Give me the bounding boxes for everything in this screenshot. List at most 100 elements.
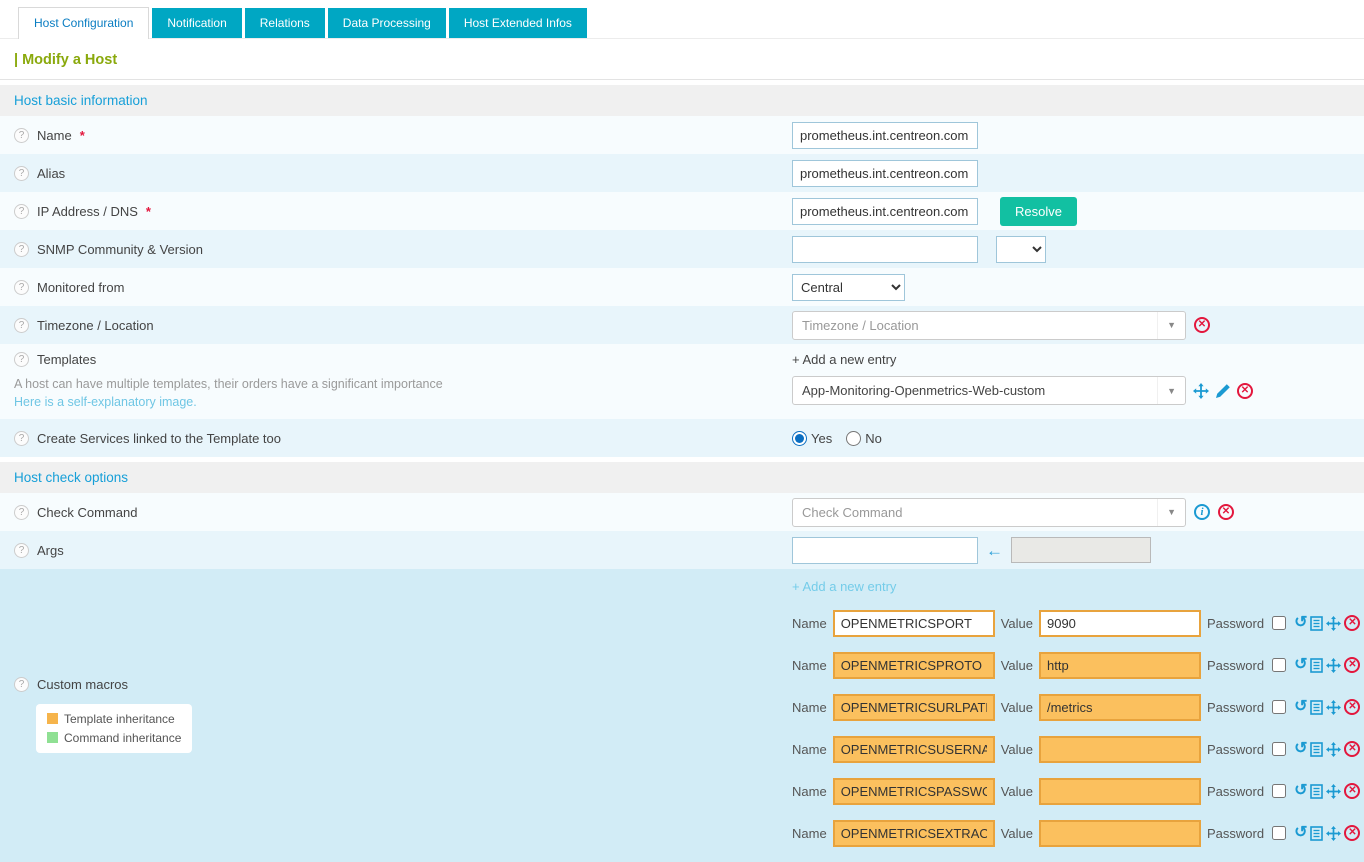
macro-row: Name Value Password ↺ ✕ [792,686,1364,728]
delete-icon[interactable]: ✕ [1237,383,1253,399]
templates-add-entry-link[interactable]: + Add a new entry [792,352,896,367]
tab-bar: Host Configuration Notification Relation… [0,0,1364,39]
ip-address-input[interactable] [792,198,978,225]
undo-icon[interactable]: ↺ [1294,825,1307,841]
delete-icon[interactable]: ✕ [1344,825,1360,841]
macro-name-input[interactable] [833,778,995,805]
check-command-select[interactable]: Check Command ▼ [792,498,1186,527]
name-label: Name [37,128,72,143]
macro-value-input[interactable] [1039,652,1201,679]
description-icon[interactable] [1310,784,1323,799]
macro-password-checkbox[interactable] [1272,826,1286,840]
edit-icon[interactable] [1216,384,1230,398]
macro-name-input[interactable] [833,610,995,637]
help-icon[interactable]: ? [14,318,29,333]
undo-icon[interactable]: ↺ [1294,783,1307,799]
args-input[interactable] [792,537,978,564]
create-services-yes-radio[interactable]: Yes [792,431,832,446]
delete-icon[interactable]: ✕ [1344,783,1360,799]
create-services-no-radio[interactable]: No [846,431,882,446]
delete-icon[interactable]: ✕ [1344,741,1360,757]
help-icon[interactable]: ? [14,543,29,558]
macro-value-input[interactable] [1039,610,1201,637]
info-icon[interactable]: i [1194,504,1210,520]
help-icon[interactable]: ? [14,505,29,520]
tab-host-configuration[interactable]: Host Configuration [18,7,149,39]
alias-input[interactable] [792,160,978,187]
undo-icon[interactable]: ↺ [1294,699,1307,715]
help-icon[interactable]: ? [14,677,29,692]
tab-notification[interactable]: Notification [152,8,241,38]
description-icon[interactable] [1310,742,1323,757]
delete-icon[interactable]: ✕ [1344,657,1360,673]
row-create-services: ? Create Services linked to the Template… [0,419,1364,457]
description-icon[interactable] [1310,700,1323,715]
description-icon[interactable] [1310,616,1323,631]
macro-value-input[interactable] [1039,736,1201,763]
tab-relations[interactable]: Relations [245,8,325,38]
macro-name-input[interactable] [833,820,995,847]
move-icon[interactable] [1326,658,1341,673]
resolve-button[interactable]: Resolve [1000,197,1077,226]
macro-password-checkbox[interactable] [1272,700,1286,714]
monitored-from-select[interactable]: Central [792,274,905,301]
undo-icon[interactable]: ↺ [1294,657,1307,673]
timezone-placeholder: Timezone / Location [793,318,919,333]
custom-macros-label: Custom macros [37,677,128,692]
macro-password-checkbox[interactable] [1272,616,1286,630]
check-command-label: Check Command [37,505,137,520]
description-icon[interactable] [1310,658,1323,673]
args-disabled-input [1011,537,1151,563]
help-icon[interactable]: ? [14,166,29,181]
delete-icon[interactable]: ✕ [1344,615,1360,631]
help-icon[interactable]: ? [14,128,29,143]
move-icon[interactable] [1326,616,1341,631]
tab-data-processing[interactable]: Data Processing [328,8,446,38]
snmp-community-input[interactable] [792,236,978,263]
move-icon[interactable] [1326,742,1341,757]
delete-icon[interactable]: ✕ [1344,699,1360,715]
macro-name-input[interactable] [833,694,995,721]
tab-host-extended-infos[interactable]: Host Extended Infos [449,8,587,38]
description-icon[interactable] [1310,826,1323,841]
macro-password-checkbox[interactable] [1272,658,1286,672]
undo-icon[interactable]: ↺ [1294,741,1307,757]
macro-value-input[interactable] [1039,778,1201,805]
move-icon[interactable] [1326,784,1341,799]
macro-value-input[interactable] [1039,694,1201,721]
move-icon[interactable] [1326,826,1341,841]
help-icon[interactable]: ? [14,204,29,219]
name-input[interactable] [792,122,978,149]
template-inheritance-swatch [47,713,58,724]
macro-password-label: Password [1207,742,1264,757]
macro-password-checkbox[interactable] [1272,742,1286,756]
help-icon[interactable]: ? [14,242,29,257]
timezone-select[interactable]: Timezone / Location ▼ [792,311,1186,340]
create-services-label: Create Services linked to the Template t… [37,431,281,446]
template-select[interactable]: App-Monitoring-Openmetrics-Web-custom ▼ [792,376,1186,405]
macro-password-checkbox[interactable] [1272,784,1286,798]
snmp-version-select[interactable] [996,236,1046,263]
move-icon[interactable] [1326,700,1341,715]
command-inheritance-swatch [47,732,58,743]
move-icon[interactable] [1193,383,1209,399]
templates-label: Templates [37,352,96,367]
clear-icon[interactable]: ✕ [1194,317,1210,333]
macro-value-input[interactable] [1039,820,1201,847]
macro-name-input[interactable] [833,652,995,679]
page-title: | Modify a Host [0,39,1364,79]
radio-no[interactable] [846,431,861,446]
help-icon[interactable]: ? [14,352,29,367]
clear-icon[interactable]: ✕ [1218,504,1234,520]
help-icon[interactable]: ? [14,431,29,446]
check-command-placeholder: Check Command [793,505,902,520]
radio-yes[interactable] [792,431,807,446]
chevron-down-icon: ▼ [1157,312,1185,339]
macros-add-entry-link[interactable]: + Add a new entry [792,579,1364,594]
macro-name-input[interactable] [833,736,995,763]
templates-help-link[interactable]: Here is a self-explanatory image. [14,395,197,409]
row-timezone: ? Timezone / Location Timezone / Locatio… [0,306,1364,344]
macro-name-label: Name [792,784,827,799]
undo-icon[interactable]: ↺ [1294,615,1307,631]
help-icon[interactable]: ? [14,280,29,295]
